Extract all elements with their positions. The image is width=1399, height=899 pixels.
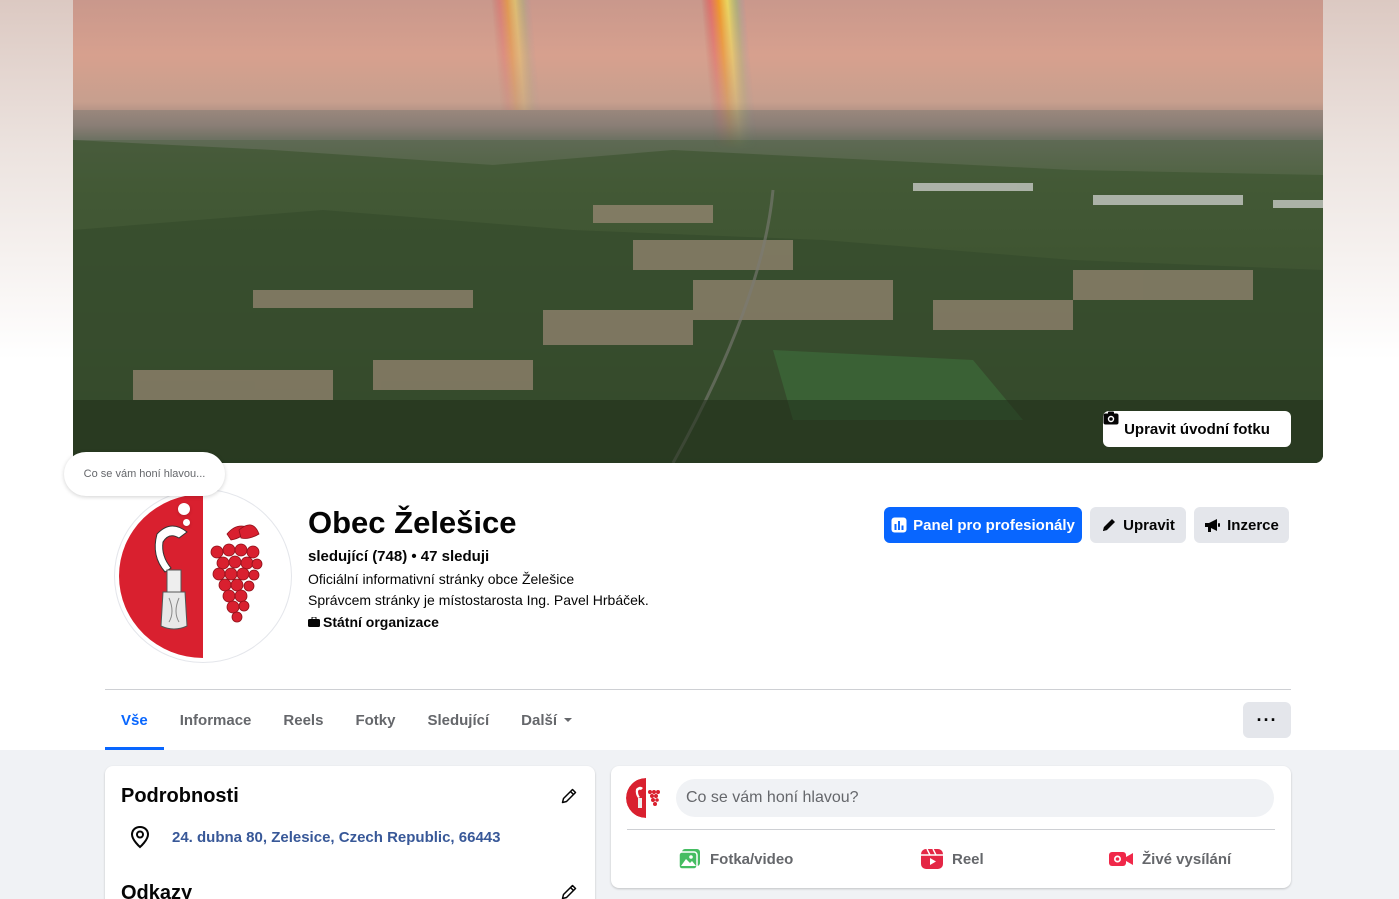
megaphone-icon bbox=[1205, 518, 1221, 532]
briefcase-icon bbox=[308, 617, 320, 627]
page-tabs: Vše Informace Reels Fotky Sledující Dalš… bbox=[105, 690, 589, 750]
tab-about[interactable]: Informace bbox=[164, 690, 268, 750]
professional-dashboard-button[interactable]: Panel pro profesionály bbox=[884, 507, 1082, 543]
edit-links-pencil-icon[interactable] bbox=[560, 883, 578, 899]
dashboard-chart-icon bbox=[891, 517, 907, 533]
composer-avatar[interactable] bbox=[626, 778, 666, 818]
live-video-label: Živé vysílání bbox=[1142, 850, 1232, 868]
live-video-button[interactable]: Živé vysílání bbox=[1108, 844, 1231, 874]
tab-photos-label: Fotky bbox=[355, 711, 396, 729]
tab-all[interactable]: Vše bbox=[105, 690, 164, 750]
edit-page-label: Upravit bbox=[1123, 516, 1175, 534]
tab-about-label: Informace bbox=[179, 711, 252, 729]
post-composer-card: Co se vám honí hlavou? Fotka/video Reel … bbox=[611, 766, 1291, 888]
photo-icon bbox=[678, 849, 700, 870]
profile-avatar[interactable] bbox=[115, 490, 291, 662]
post-composer-input[interactable]: Co se vám honí hlavou? bbox=[676, 779, 1274, 817]
page-description-line2: Správcem stránky je místostarosta Ing. P… bbox=[308, 592, 649, 608]
cover-photo[interactable]: Upravit úvodní fotku bbox=[73, 0, 1323, 463]
camera-icon bbox=[1103, 411, 1119, 425]
tab-followers-label: Sledující bbox=[427, 711, 490, 729]
coat-of-arms-logo bbox=[119, 494, 287, 658]
more-options-button[interactable]: ··· bbox=[1243, 702, 1291, 738]
ads-button[interactable]: Inzerce bbox=[1194, 507, 1289, 543]
reel-label: Reel bbox=[952, 850, 984, 868]
page-title: Obec Želešice bbox=[308, 505, 517, 540]
coat-of-arms-logo-small bbox=[626, 778, 666, 818]
thought-bubble-dot bbox=[178, 503, 190, 515]
live-video-icon bbox=[1109, 852, 1133, 866]
category-label: Státní organizace bbox=[323, 614, 439, 630]
photo-video-button[interactable]: Fotka/video bbox=[678, 844, 793, 874]
thought-bubble-dot bbox=[183, 519, 190, 526]
cover-landscape-image bbox=[73, 0, 1323, 463]
tab-reels[interactable]: Reels bbox=[267, 690, 339, 750]
links-title: Odkazy bbox=[121, 882, 193, 899]
photo-video-label: Fotka/video bbox=[710, 850, 794, 868]
details-card: Podrobnosti 24. dubna 80, Zelesice, Czec… bbox=[105, 766, 595, 899]
details-title: Podrobnosti bbox=[121, 785, 239, 807]
edit-page-button[interactable]: Upravit bbox=[1090, 507, 1186, 543]
professional-dashboard-label: Panel pro profesionály bbox=[913, 516, 1075, 534]
ads-label: Inzerce bbox=[1227, 516, 1279, 534]
page-description-line1: Oficiální informativní stránky obce Žele… bbox=[308, 571, 575, 587]
edit-details-pencil-icon[interactable] bbox=[560, 787, 578, 805]
edit-cover-photo-button[interactable]: Upravit úvodní fotku bbox=[1103, 411, 1291, 447]
tab-followers[interactable]: Sledující bbox=[411, 690, 505, 750]
page-category: Státní organizace bbox=[308, 614, 439, 630]
edit-cover-label: Upravit úvodní fotku bbox=[1124, 420, 1270, 438]
location-pin-icon bbox=[130, 825, 150, 849]
caret-down-icon bbox=[564, 718, 572, 722]
status-thought-bubble[interactable]: Co se vám honí hlavou... bbox=[64, 452, 225, 496]
address-link[interactable]: 24. dubna 80, Zelesice, Czech Republic, … bbox=[172, 829, 500, 846]
tab-more[interactable]: Další bbox=[505, 690, 589, 750]
followers-count[interactable]: sledující (748) • 47 sleduji bbox=[308, 548, 489, 565]
tab-all-label: Vše bbox=[121, 711, 148, 729]
tab-photos[interactable]: Fotky bbox=[339, 690, 411, 750]
pencil-icon bbox=[1103, 519, 1116, 531]
thought-text: Co se vám honí hlavou... bbox=[83, 468, 206, 480]
tab-more-label: Další bbox=[521, 711, 557, 729]
composer-divider bbox=[627, 829, 1275, 830]
tab-reels-label: Reels bbox=[283, 711, 324, 729]
reel-icon bbox=[921, 848, 943, 869]
reel-button[interactable]: Reel bbox=[920, 844, 984, 874]
